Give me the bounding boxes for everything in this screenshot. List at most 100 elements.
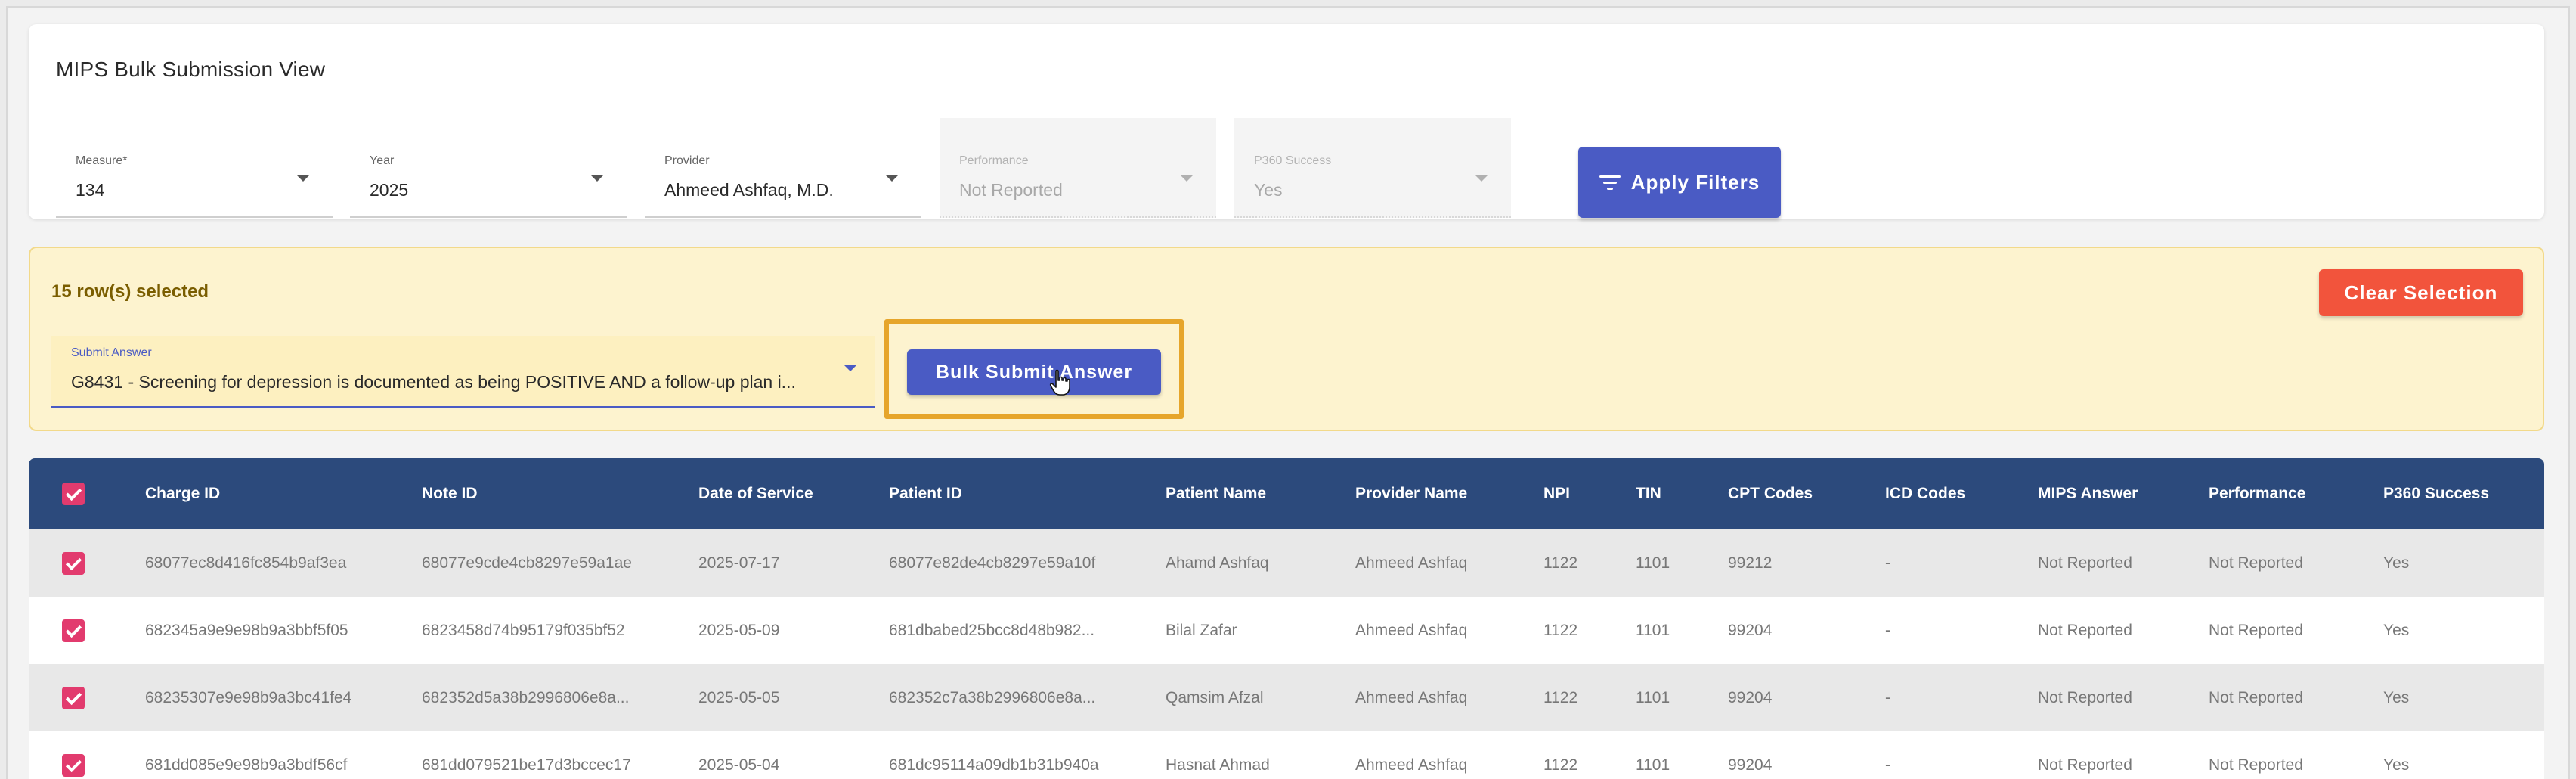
- col-note-id[interactable]: Note ID: [422, 458, 478, 529]
- cell-performance: Not Reported: [2209, 622, 2303, 639]
- p360-success-select: P360 Success Yes: [1234, 118, 1511, 218]
- performance-label: Performance: [959, 154, 1029, 167]
- cell-icd-codes: -: [1885, 554, 1890, 572]
- measure-label: Measure*: [76, 154, 128, 167]
- table-row[interactable]: 68235307e9e98b9a3bc41fe4 682352d5a38b299…: [29, 664, 2544, 731]
- cell-provider-name: Ahmeed Ashfaq: [1355, 756, 1468, 774]
- selected-count: 15 row(s) selected: [51, 281, 209, 302]
- clear-selection-button[interactable]: Clear Selection: [2319, 269, 2523, 316]
- col-performance[interactable]: Performance: [2209, 458, 2305, 529]
- cell-tin: 1101: [1636, 689, 1670, 706]
- chevron-down-icon: [296, 175, 310, 182]
- table-row[interactable]: 68077ec8d416fc854b9af3ea 68077e9cde4cb82…: [29, 529, 2544, 597]
- cell-provider-name: Ahmeed Ashfaq: [1355, 622, 1468, 639]
- filter-card: MIPS Bulk Submission View Measure* 134 Y…: [29, 24, 2544, 219]
- cell-cpt-codes: 99212: [1728, 554, 1773, 572]
- provider-value: Ahmeed Ashfaq, M.D.: [664, 180, 834, 200]
- cell-date-of-service: 2025-07-17: [698, 554, 780, 572]
- cell-charge-id: 68235307e9e98b9a3bc41fe4: [145, 689, 352, 706]
- chevron-down-icon: [1180, 175, 1194, 182]
- cell-note-id: 681dd079521be17d3bccec17: [422, 756, 631, 774]
- cell-npi: 1122: [1543, 689, 1578, 706]
- cell-note-id: 682352d5a38b2996806e8a...: [422, 689, 630, 706]
- cell-patient-id: 682352c7a38b2996806e8a...: [889, 689, 1096, 706]
- col-patient-id[interactable]: Patient ID: [889, 458, 962, 529]
- charges-table: Charge ID Note ID Date of Service Patien…: [29, 458, 2544, 779]
- performance-select: Performance Not Reported: [940, 118, 1216, 218]
- chevron-down-icon: [885, 175, 899, 182]
- provider-label: Provider: [664, 154, 710, 167]
- cell-provider-name: Ahmeed Ashfaq: [1355, 689, 1468, 706]
- performance-value: Not Reported: [959, 180, 1063, 200]
- col-npi[interactable]: NPI: [1543, 458, 1570, 529]
- page-title: MIPS Bulk Submission View: [56, 57, 326, 81]
- provider-select[interactable]: Provider Ahmeed Ashfaq, M.D.: [645, 118, 921, 218]
- cell-performance: Not Reported: [2209, 689, 2303, 706]
- cell-performance: Not Reported: [2209, 554, 2303, 572]
- year-value: 2025: [370, 180, 409, 200]
- measure-select[interactable]: Measure* 134: [56, 118, 333, 218]
- cell-cpt-codes: 99204: [1728, 689, 1773, 706]
- chevron-down-icon: [590, 175, 604, 182]
- cell-mips-answer: Not Reported: [2038, 622, 2132, 639]
- hand-pointer-icon: [1049, 369, 1070, 396]
- cell-patient-name: Bilal Zafar: [1166, 622, 1237, 639]
- filter-icon: [1599, 174, 1621, 191]
- submit-answer-select[interactable]: Submit Answer G8431 - Screening for depr…: [51, 336, 875, 408]
- cell-date-of-service: 2025-05-05: [698, 689, 780, 706]
- cell-patient-name: Qamsim Afzal: [1166, 689, 1264, 706]
- cell-mips-answer: Not Reported: [2038, 689, 2132, 706]
- chevron-down-icon: [844, 365, 857, 371]
- year-select[interactable]: Year 2025: [350, 118, 627, 218]
- col-mips-answer[interactable]: MIPS Answer: [2038, 458, 2138, 529]
- submit-answer-value: G8431 - Screening for depression is docu…: [71, 372, 796, 392]
- cell-p360-success: Yes: [2383, 756, 2410, 774]
- cell-patient-name: Ahamd Ashfaq: [1166, 554, 1269, 572]
- cell-tin: 1101: [1636, 756, 1670, 774]
- col-patient-name[interactable]: Patient Name: [1166, 458, 1266, 529]
- cell-note-id: 68077e9cde4cb8297e59a1ae: [422, 554, 632, 572]
- row-checkbox[interactable]: [62, 552, 85, 575]
- col-icd-codes[interactable]: ICD Codes: [1885, 458, 1965, 529]
- cell-mips-answer: Not Reported: [2038, 554, 2132, 572]
- cell-date-of-service: 2025-05-09: [698, 622, 780, 639]
- year-label: Year: [370, 154, 395, 167]
- col-p360-success[interactable]: P360 Success: [2383, 458, 2489, 529]
- p360-success-value: Yes: [1254, 180, 1283, 200]
- select-all-checkbox[interactable]: [62, 483, 85, 505]
- cell-p360-success: Yes: [2383, 622, 2410, 639]
- row-checkbox[interactable]: [62, 687, 85, 709]
- table-row[interactable]: 681dd085e9e98b9a3bdf56cf 681dd079521be17…: [29, 731, 2544, 779]
- cell-tin: 1101: [1636, 554, 1670, 572]
- selection-banner: 15 row(s) selected Clear Selection Submi…: [29, 247, 2544, 431]
- cell-patient-id: 681dbabed25bcc8d48b982...: [889, 622, 1095, 639]
- cell-p360-success: Yes: [2383, 689, 2410, 706]
- col-date-of-service[interactable]: Date of Service: [698, 458, 813, 529]
- bulk-submit-answer-button[interactable]: Bulk Submit Answer: [907, 349, 1161, 395]
- apply-filters-button[interactable]: Apply Filters: [1578, 147, 1781, 218]
- table-row[interactable]: 682345a9e9e98b9a3bbf5f05 6823458d74b9517…: [29, 597, 2544, 664]
- cell-patient-id: 681dc95114a09db1b31b940a: [889, 756, 1099, 774]
- cell-npi: 1122: [1543, 554, 1578, 572]
- cell-patient-id: 68077e82de4cb8297e59a10f: [889, 554, 1096, 572]
- col-provider-name[interactable]: Provider Name: [1355, 458, 1467, 529]
- cell-patient-name: Hasnat Ahmad: [1166, 756, 1270, 774]
- col-cpt-codes[interactable]: CPT Codes: [1728, 458, 1813, 529]
- row-checkbox[interactable]: [62, 754, 85, 777]
- cell-mips-answer: Not Reported: [2038, 756, 2132, 774]
- cell-cpt-codes: 99204: [1728, 756, 1773, 774]
- cell-performance: Not Reported: [2209, 756, 2303, 774]
- cell-charge-id: 681dd085e9e98b9a3bdf56cf: [145, 756, 348, 774]
- cell-npi: 1122: [1543, 622, 1578, 639]
- cell-npi: 1122: [1543, 756, 1578, 774]
- cell-cpt-codes: 99204: [1728, 622, 1773, 639]
- col-tin[interactable]: TIN: [1636, 458, 1661, 529]
- cell-tin: 1101: [1636, 622, 1670, 639]
- cell-charge-id: 682345a9e9e98b9a3bbf5f05: [145, 622, 348, 639]
- col-charge-id[interactable]: Charge ID: [145, 458, 220, 529]
- measure-value: 134: [76, 180, 105, 200]
- chevron-down-icon: [1475, 175, 1488, 182]
- cell-icd-codes: -: [1885, 622, 1890, 639]
- row-checkbox[interactable]: [62, 619, 85, 642]
- submit-answer-label: Submit Answer: [71, 346, 152, 359]
